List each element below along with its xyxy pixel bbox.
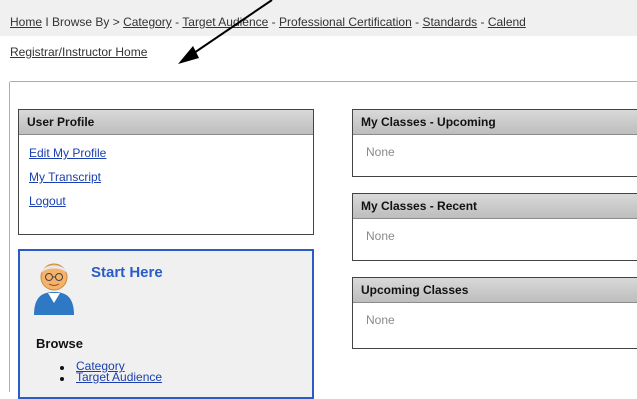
- user-profile-panel: User Profile Edit My Profile My Transcri…: [18, 109, 314, 235]
- content-left-border: [9, 82, 10, 392]
- breadcrumb-category-link[interactable]: Category: [123, 15, 172, 29]
- logout-link[interactable]: Logout: [29, 194, 303, 208]
- breadcrumb-dash: -: [175, 15, 180, 29]
- breadcrumb-home-link[interactable]: Home: [10, 15, 42, 29]
- breadcrumb-calendar-link[interactable]: Calend: [488, 15, 526, 29]
- start-here-panel: Start Here Browse Category Target Audien…: [18, 249, 314, 399]
- breadcrumb-standards-link[interactable]: Standards: [422, 15, 477, 29]
- breadcrumb-professional-certification-link[interactable]: Professional Certification: [279, 15, 412, 29]
- edit-my-profile-link[interactable]: Edit My Profile: [29, 146, 303, 160]
- browse-target-audience-link[interactable]: Target Audience: [76, 370, 162, 384]
- breadcrumb: Home I Browse By > Category - Target Aud…: [10, 15, 526, 29]
- my-transcript-link[interactable]: My Transcript: [29, 170, 303, 184]
- breadcrumb-separator: I: [45, 15, 49, 29]
- upcoming-classes-panel: Upcoming Classes None: [352, 277, 637, 349]
- browse-heading: Browse: [36, 336, 83, 351]
- breadcrumb-browse-by-label: Browse By >: [52, 15, 120, 29]
- header-divider: [10, 81, 637, 82]
- user-avatar-icon: [34, 263, 74, 315]
- breadcrumb-dash: -: [271, 15, 276, 29]
- start-here-link[interactable]: Start Here: [91, 264, 163, 281]
- my-classes-upcoming-panel: My Classes - Upcoming None: [352, 109, 637, 177]
- panel-title: My Classes - Recent: [353, 194, 637, 219]
- my-classes-recent-panel: My Classes - Recent None: [352, 193, 637, 261]
- browse-list: Category Target Audience: [60, 360, 162, 384]
- breadcrumb-dash: -: [415, 15, 420, 29]
- panel-title: My Classes - Upcoming: [353, 110, 637, 135]
- top-nav-bar: Home I Browse By > Category - Target Aud…: [0, 0, 637, 36]
- panel-title: Upcoming Classes: [353, 278, 637, 303]
- panel-empty-text: None: [366, 145, 395, 159]
- registrar-instructor-home-link[interactable]: Registrar/Instructor Home: [10, 45, 147, 59]
- list-item: Target Audience: [60, 370, 162, 384]
- breadcrumb-dash: -: [480, 15, 485, 29]
- panel-empty-text: None: [366, 229, 395, 243]
- user-profile-title: User Profile: [19, 110, 313, 135]
- breadcrumb-target-audience-link[interactable]: Target Audience: [182, 15, 268, 29]
- panel-empty-text: None: [366, 313, 395, 327]
